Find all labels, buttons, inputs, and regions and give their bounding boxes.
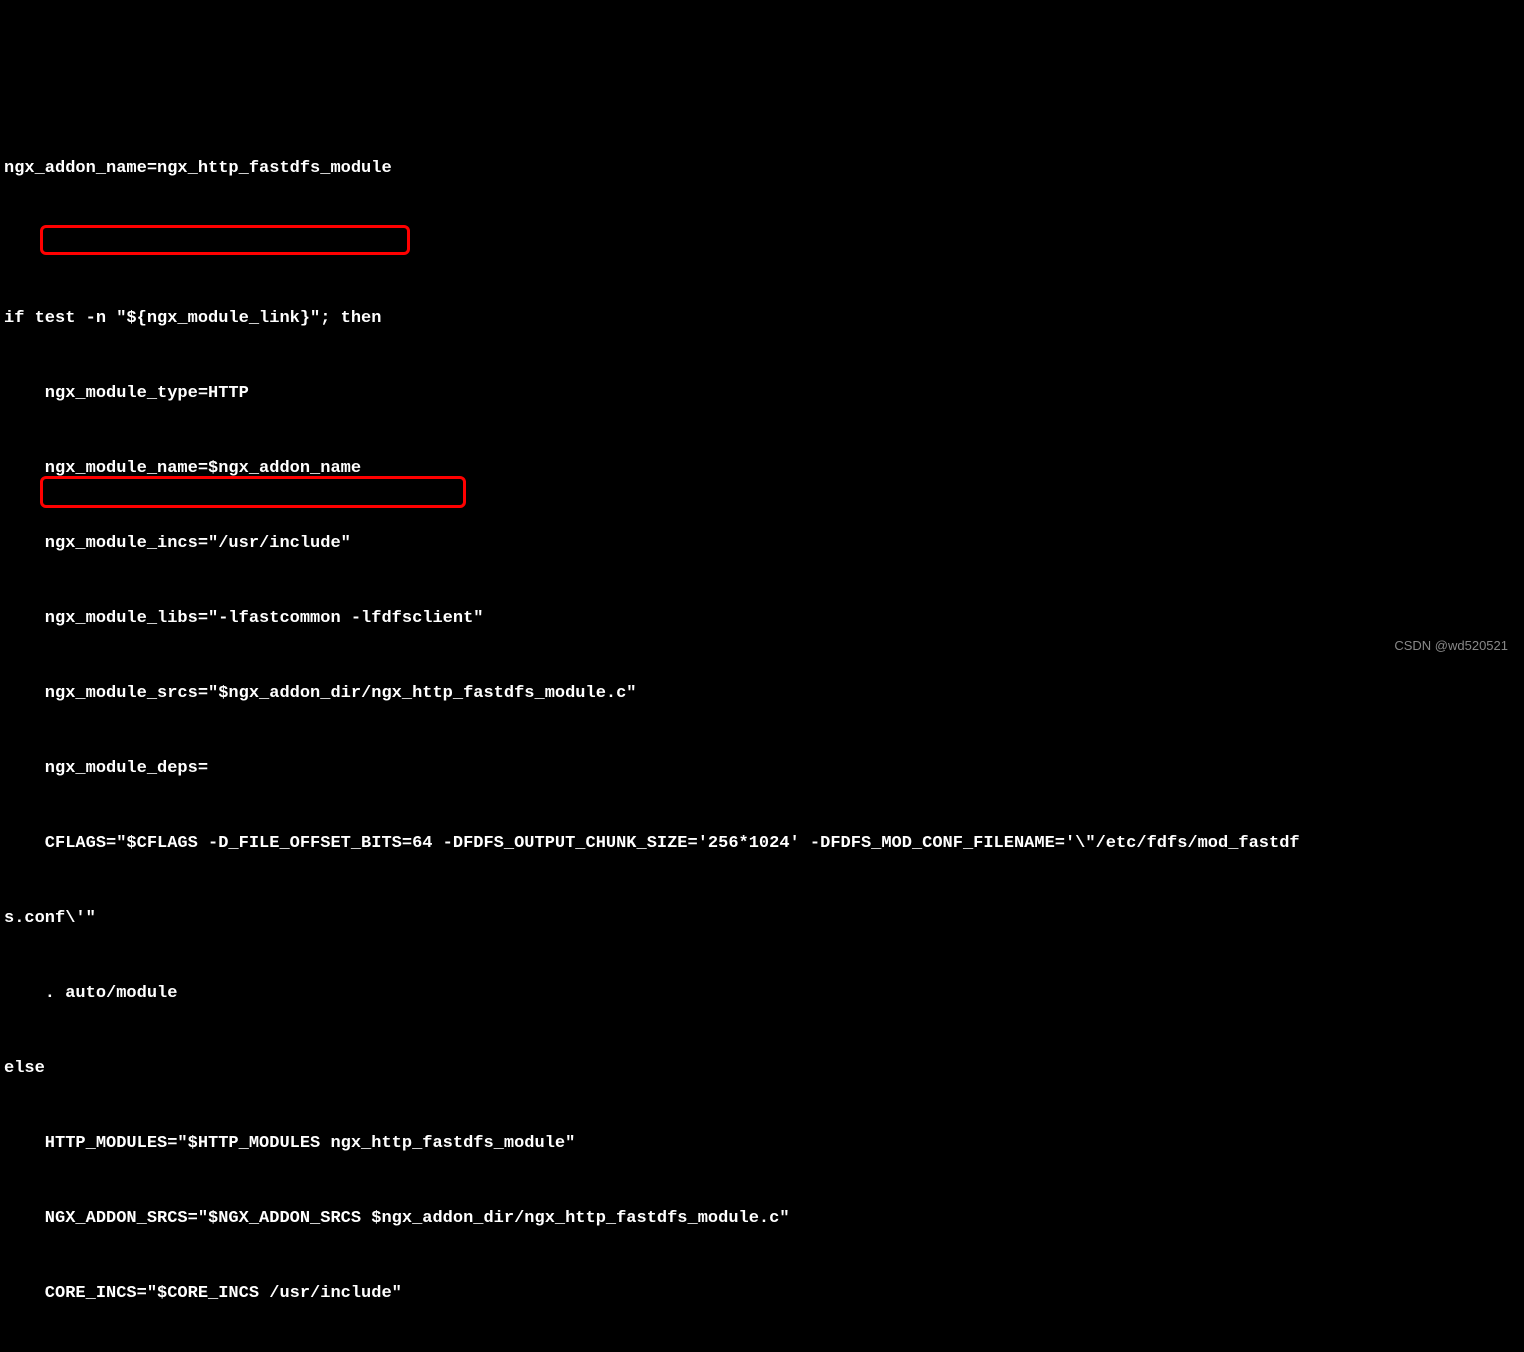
terminal-editor[interactable]: ngx_addon_name=ngx_http_fastdfs_module i… bbox=[0, 100, 1524, 1352]
code-line: ngx_module_type=HTTP bbox=[4, 381, 1520, 406]
code-line: CFLAGS="$CFLAGS -D_FILE_OFFSET_BITS=64 -… bbox=[4, 831, 1520, 856]
code-line: ngx_module_libs="-lfastcommon -lfdfsclie… bbox=[4, 606, 1520, 631]
code-line: ngx_addon_name=ngx_http_fastdfs_module bbox=[4, 156, 1520, 181]
code-line: else bbox=[4, 1056, 1520, 1081]
code-line: ngx_module_srcs="$ngx_addon_dir/ngx_http… bbox=[4, 681, 1520, 706]
code-line: if test -n "${ngx_module_link}"; then bbox=[4, 306, 1520, 331]
code-line bbox=[4, 231, 1520, 256]
code-line: . auto/module bbox=[4, 981, 1520, 1006]
watermark: CSDN @wd520521 bbox=[1394, 633, 1508, 658]
code-line: s.conf\'" bbox=[4, 906, 1520, 931]
code-line: ngx_module_name=$ngx_addon_name bbox=[4, 456, 1520, 481]
code-line: ngx_module_incs="/usr/include" bbox=[4, 531, 1520, 556]
code-line: NGX_ADDON_SRCS="$NGX_ADDON_SRCS $ngx_add… bbox=[4, 1206, 1520, 1231]
code-line: CORE_INCS="$CORE_INCS /usr/include" bbox=[4, 1281, 1520, 1306]
code-line: HTTP_MODULES="$HTTP_MODULES ngx_http_fas… bbox=[4, 1131, 1520, 1156]
code-line: ngx_module_deps= bbox=[4, 756, 1520, 781]
